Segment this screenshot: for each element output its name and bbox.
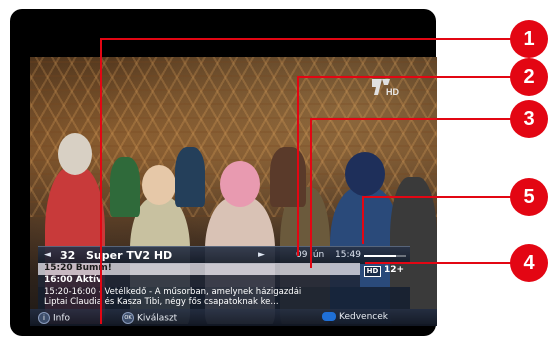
program-progress-fill <box>364 255 396 257</box>
blue-key-icon <box>322 312 336 321</box>
description-line-1: 15:20-16:00 - Vetélkedő - A műsorban, am… <box>44 287 302 297</box>
next-channel-arrow-icon[interactable]: ► <box>258 250 265 260</box>
callout-2: 2 <box>510 58 548 96</box>
current-time: 15:49 <box>335 250 361 260</box>
age-rating-badge: 12+ <box>384 265 405 275</box>
description-line-2: Liptai Claudia és Kasza Tibi, négy fős c… <box>44 297 279 307</box>
program-badges: HD 12+ <box>360 264 410 278</box>
program-description: 15:20-16:00 - Vetélkedő - A műsorban, am… <box>38 287 410 309</box>
callout-1-line <box>100 38 520 40</box>
prev-channel-arrow-icon[interactable]: ◄ <box>44 250 51 260</box>
next-program-row[interactable]: 16:00 Aktív <box>38 275 360 287</box>
callout-5-drop <box>362 196 364 244</box>
callout-3-line <box>310 118 522 120</box>
program-progress-bar <box>364 255 406 257</box>
callout-3: 3 <box>510 100 548 138</box>
info-button[interactable]: i Info <box>38 312 70 324</box>
select-button[interactable]: OK Kiválaszt <box>122 312 177 324</box>
channel-bar: ◄ 32 Super TV2 HD ► 09 jún 15:49 <box>38 246 410 264</box>
favorites-button-label: Kedvencek <box>339 312 388 322</box>
callout-2-drop <box>297 76 299 256</box>
callout-5-line <box>362 196 522 198</box>
callout-3-drop <box>310 118 312 268</box>
select-button-label: Kiválaszt <box>137 313 178 324</box>
osd-button-bar: i Info OK Kiválaszt Kedvencek <box>30 309 437 326</box>
callout-5: 5 <box>510 178 548 216</box>
channel-number: 32 <box>60 249 76 262</box>
callout-4: 4 <box>510 244 548 282</box>
ok-icon: OK <box>122 312 134 324</box>
callout-2-line <box>297 76 522 78</box>
callout-4-line <box>365 262 522 264</box>
channel-logo-hd-text: HD <box>386 87 399 97</box>
hd-badge: HD <box>364 266 381 277</box>
info-icon: i <box>38 312 50 324</box>
channel-info-osd: ◄ 32 Super TV2 HD ► 09 jún 15:49 15:20 B… <box>30 246 437 326</box>
favorites-button[interactable]: Kedvencek <box>322 312 388 322</box>
channel-logo: HD <box>370 75 406 103</box>
next-program-label: 16:00 Aktív <box>44 275 102 285</box>
info-button-label: Info <box>53 313 71 324</box>
callout-1-drop <box>100 38 102 324</box>
callout-1: 1 <box>510 20 548 58</box>
channel-name: Super TV2 HD <box>86 249 173 262</box>
